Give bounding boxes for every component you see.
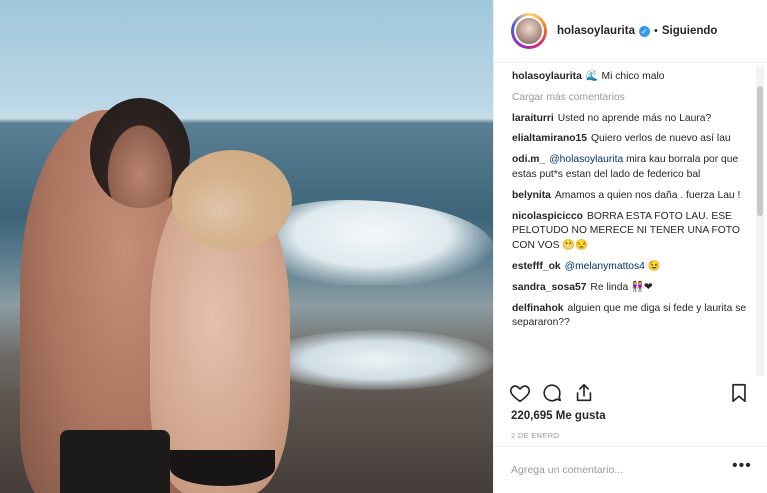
- list-item: sandra_sosa57 Re linda 👭❤: [512, 281, 748, 296]
- comments-list[interactable]: holasoylaurita 🌊 Mi chico malo Cargar más…: [512, 70, 748, 375]
- instagram-post: holasoylaurita ✓ • Siguiendo holasoylaur…: [0, 0, 767, 493]
- list-item: delfinahok alguien que me diga si fede y …: [512, 302, 748, 332]
- add-comment-bar: •••: [494, 446, 767, 493]
- comment-icon[interactable]: [541, 382, 563, 404]
- caption-text: Mi chico malo: [601, 71, 665, 82]
- likes-count[interactable]: 220,695 Me gusta: [511, 410, 606, 422]
- woman-head: [172, 150, 292, 250]
- list-item: elialtamirano15 Quiero verlos de nuevo as…: [512, 132, 748, 147]
- list-item: nicolaspicicco BORRA ESTA FOTO LAU. ESE P…: [512, 210, 748, 254]
- comment-text: Usted no aprende más no Laura?: [557, 112, 712, 124]
- more-options-icon[interactable]: •••: [732, 457, 752, 475]
- heart-icon[interactable]: [509, 382, 531, 404]
- comment-text: mira kau borrala por que estas put*s est…: [512, 154, 739, 180]
- bookmark-icon[interactable]: [728, 382, 750, 404]
- following-button[interactable]: Siguiendo: [662, 25, 718, 37]
- list-item: belynita Amamos a quien nos daña . fuerza…: [512, 189, 748, 204]
- share-icon[interactable]: [573, 382, 595, 404]
- verified-icon: ✓: [638, 25, 650, 37]
- wave-foam-lower: [260, 330, 493, 390]
- post-sidebar: holasoylaurita ✓ • Siguiendo holasoylaur…: [493, 0, 767, 493]
- post-photo[interactable]: [0, 0, 493, 493]
- avatar-story-ring[interactable]: [511, 13, 547, 49]
- avatar[interactable]: [514, 16, 544, 46]
- comment-username[interactable]: belynita: [512, 190, 551, 201]
- load-more-comments[interactable]: Cargar más comentarios: [512, 91, 748, 106]
- comments-scrollbar[interactable]: [756, 66, 764, 376]
- comment-text: 😉: [647, 260, 661, 272]
- comment-text: Re linda 👭❤: [590, 281, 653, 293]
- header-separator: •: [653, 25, 658, 37]
- post-date: 2 DE ENERO: [511, 431, 560, 440]
- post-header: holasoylaurita ✓ • Siguiendo: [494, 0, 767, 63]
- scrollbar-thumb[interactable]: [757, 86, 763, 216]
- header-username[interactable]: holasoylaurita: [557, 25, 635, 37]
- comment-username[interactable]: delfinahok: [512, 303, 564, 314]
- comment-username[interactable]: nicolaspicicco: [512, 211, 583, 222]
- list-item: laraiturri Usted no aprende más no Laura?: [512, 112, 748, 127]
- bikini-bottom: [170, 450, 275, 486]
- comment-username[interactable]: sandra_sosa57: [512, 282, 586, 293]
- list-item: odi.m_ @holasoylaurita mira kau borrala p…: [512, 153, 748, 183]
- wave-emoji: 🌊: [585, 71, 599, 82]
- comment-text: Amamos a quien nos daña . fuerza Lau !: [554, 189, 741, 201]
- comment-mention[interactable]: @melanymattos4: [565, 261, 645, 272]
- comment-username[interactable]: elialtamirano15: [512, 133, 587, 144]
- comment-text: Quiero verlos de nuevo así lau: [590, 133, 731, 145]
- comment-username[interactable]: laraiturri: [512, 113, 554, 124]
- comment-mention[interactable]: @holasoylaurita: [549, 154, 623, 165]
- caption: holasoylaurita 🌊 Mi chico malo: [512, 70, 748, 85]
- caption-username[interactable]: holasoylaurita: [512, 71, 582, 82]
- list-item: estefff_ok @melanymattos4 😉: [512, 260, 748, 275]
- comment-username[interactable]: estefff_ok: [512, 261, 561, 272]
- add-comment-input[interactable]: [511, 461, 711, 479]
- comment-username[interactable]: odi.m_: [512, 154, 545, 165]
- action-bar: [494, 378, 767, 408]
- swim-trunks: [60, 430, 170, 493]
